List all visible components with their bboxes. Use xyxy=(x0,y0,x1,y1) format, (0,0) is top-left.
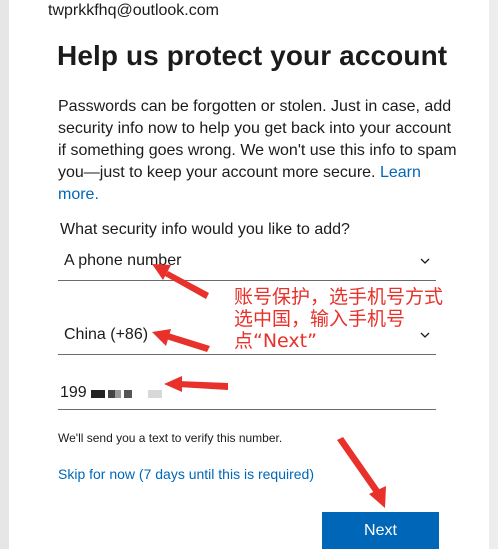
verification-note: We'll send you a text to verify this num… xyxy=(58,431,283,445)
next-button[interactable]: Next xyxy=(322,512,439,549)
instruction-annotation: 账号保护，选手机号方式 选中国，输入手机号 点“Next” xyxy=(234,286,443,352)
security-method-value: A phone number xyxy=(64,252,182,269)
annotation-line: 点“Next” xyxy=(234,330,317,352)
left-page-edge xyxy=(0,0,9,549)
phone-number-input[interactable]: 199 xyxy=(58,372,436,410)
security-info-question: What security info would you like to add… xyxy=(60,221,350,238)
phone-number-value: 199 xyxy=(60,384,87,401)
annotation-line: 选中国，输入手机号 xyxy=(234,308,406,330)
description: Passwords can be forgotten or stolen. Ju… xyxy=(58,96,458,206)
country-code-value: China (+86) xyxy=(64,326,149,343)
account-email: twprkkfhq@outlook.com xyxy=(48,2,219,19)
skip-for-now-link[interactable]: Skip for now (7 days until this is requi… xyxy=(58,466,314,482)
page-title: Help us protect your account xyxy=(57,40,448,71)
right-page-edge xyxy=(489,0,498,549)
redacted-digits xyxy=(91,390,139,398)
annotation-line: 账号保护，选手机号方式 xyxy=(234,286,444,308)
redacted-digits-light xyxy=(148,390,162,398)
chevron-down-icon xyxy=(420,258,430,264)
security-method-select[interactable]: A phone number xyxy=(58,244,436,281)
